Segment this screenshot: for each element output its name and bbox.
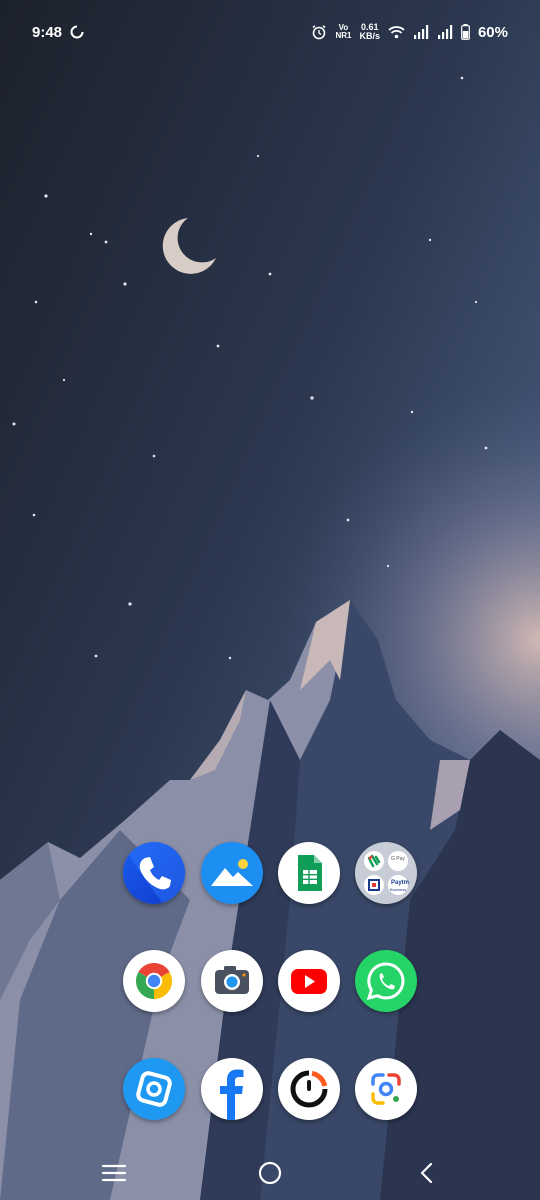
payments-folder[interactable]: G Pay Paytm Business	[355, 842, 417, 904]
facebook-app[interactable]	[201, 1058, 263, 1120]
lens-app[interactable]	[355, 1058, 417, 1120]
gpay-label: G Pay	[391, 856, 405, 862]
phone-app[interactable]	[123, 842, 185, 904]
gallery-app[interactable]	[201, 842, 263, 904]
folder-icon	[364, 851, 408, 895]
home-button[interactable]	[253, 1156, 287, 1190]
battery-level: 60%	[477, 23, 508, 41]
gallery-icon	[211, 859, 253, 886]
sheets-icon	[298, 855, 322, 891]
status-right: Vo NR1 0.61 KB/s 60%	[311, 23, 508, 41]
chrome-app[interactable]	[123, 950, 185, 1012]
status-bar: 9:48 Vo NR1 0.61 KB/s 60%	[0, 0, 540, 64]
data-speed: 0.61 KB/s	[359, 23, 380, 41]
sheets-app[interactable]	[278, 842, 340, 904]
whatsapp-app[interactable]	[355, 950, 417, 1012]
wifi-icon	[388, 26, 405, 39]
status-left: 9:48	[32, 24, 84, 41]
back-icon	[420, 1162, 433, 1184]
recents-button[interactable]	[98, 1158, 130, 1188]
signal-icon	[413, 25, 429, 39]
signal-icon	[437, 25, 453, 39]
network-type: Vo NR1	[335, 24, 351, 40]
chrome-icon	[135, 962, 173, 999]
menu-icon	[102, 1164, 126, 1182]
app-store-app[interactable]	[123, 1058, 185, 1120]
facebook-icon	[220, 1069, 244, 1120]
fitness-app[interactable]	[278, 1058, 340, 1120]
battery-icon	[461, 24, 470, 40]
youtube-app[interactable]	[278, 950, 340, 1012]
whatsapp-icon	[366, 962, 405, 1001]
home-icon	[258, 1161, 282, 1185]
camera-icon	[215, 966, 249, 994]
sync-icon	[70, 25, 84, 39]
lens-icon	[371, 1073, 401, 1105]
clock: 9:48	[32, 23, 63, 41]
fitness-icon	[290, 1070, 328, 1108]
back-button[interactable]	[410, 1158, 442, 1188]
wallpaper	[0, 0, 540, 1200]
paytm-label: Paytm	[391, 880, 410, 886]
network-type-bottom: NR1	[335, 31, 352, 40]
camera-app[interactable]	[201, 950, 263, 1012]
alarm-icon	[312, 25, 326, 40]
app-store-icon	[136, 1071, 172, 1107]
speed-unit: KB/s	[359, 31, 380, 41]
phone-icon	[123, 842, 185, 904]
youtube-icon	[291, 969, 327, 994]
business-label: Business	[390, 887, 407, 892]
